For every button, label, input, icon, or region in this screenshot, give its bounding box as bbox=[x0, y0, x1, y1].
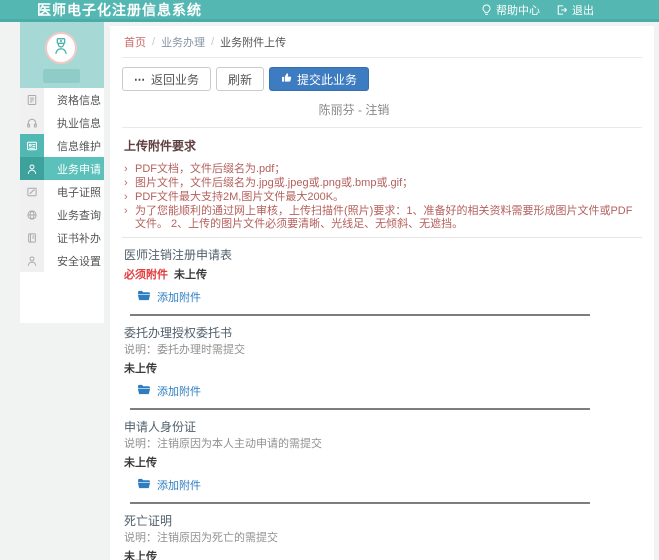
folder-icon bbox=[137, 384, 151, 398]
thumbs-up-icon bbox=[281, 72, 292, 86]
sidebar-item-practice-info[interactable]: 执业信息 bbox=[20, 111, 104, 134]
notebook-icon bbox=[20, 226, 44, 249]
sidebar-item-business-application[interactable]: 业务申请 bbox=[20, 157, 104, 180]
sidebar: 资格信息 执业信息 信息维护 业务申请 电子证照 bbox=[20, 22, 104, 323]
doctor-avatar-icon bbox=[50, 35, 72, 62]
upload-status: 未上传 bbox=[124, 548, 157, 560]
submit-business-button[interactable]: 提交此业务 bbox=[269, 67, 369, 91]
globe-icon bbox=[20, 203, 44, 226]
avatar-panel bbox=[20, 22, 104, 88]
attachment-section-deregistration-form: 医师注销注册申请表 必须附件 未上传 添加附件 bbox=[122, 238, 642, 316]
add-attachment-button[interactable]: 添加附件 bbox=[137, 477, 642, 493]
required-badge: 必须附件 bbox=[124, 266, 168, 282]
breadcrumb-separator: / bbox=[211, 36, 214, 48]
attachment-title: 死亡证明 bbox=[122, 512, 642, 529]
attachment-title: 委托办理授权委托书 bbox=[122, 324, 642, 341]
logout-icon bbox=[556, 4, 568, 16]
sidebar-item-label: 业务查询 bbox=[44, 203, 104, 226]
add-attachment-button[interactable]: 添加附件 bbox=[137, 289, 642, 305]
attachment-title: 医师注销注册申请表 bbox=[122, 246, 642, 263]
requirement-item: › 为了您能顺利的通过网上审核，上传扫描件(照片)要求：1、准备好的相关资料需要… bbox=[124, 205, 642, 231]
upload-requirements-title: 上传附件要求 bbox=[122, 137, 642, 154]
upload-status: 未上传 bbox=[124, 454, 157, 470]
toolbar: ⋯ 返回业务 刷新 提交此业务 bbox=[122, 67, 642, 91]
sidebar-item-label: 资格信息 bbox=[44, 88, 104, 111]
add-attachment-label: 添加附件 bbox=[157, 289, 201, 305]
sidebar-item-security-settings[interactable]: 安全设置 bbox=[20, 249, 104, 272]
requirement-item: › 图片文件，文件后缀名为.jpg或.jpeg或.png或.bmp或.gif； bbox=[124, 177, 642, 190]
document-icon bbox=[20, 88, 44, 111]
breadcrumb-separator: / bbox=[152, 36, 155, 48]
avatar-name-placeholder bbox=[43, 69, 80, 83]
add-attachment-label: 添加附件 bbox=[157, 477, 201, 493]
sidebar-item-qualification-info[interactable]: 资格信息 bbox=[20, 88, 104, 111]
upload-requirements-list: › PDF文档，文件后缀名为.pdf； › 图片文件，文件后缀名为.jpg或.j… bbox=[122, 163, 642, 231]
chevron-bullet-icon: › bbox=[124, 163, 135, 176]
requirement-item: › PDF文件最大支持2M,图片文件最大200K。 bbox=[124, 191, 642, 204]
breadcrumb-business-handling[interactable]: 业务办理 bbox=[161, 34, 205, 50]
help-center-link[interactable]: 帮助中心 bbox=[481, 2, 540, 18]
main-panel: 首页 / 业务办理 / 业务附件上传 ⋯ 返回业务 刷新 提交此业务 陈丽芬 -… bbox=[110, 26, 654, 560]
ellipsis-icon: ⋯ bbox=[134, 73, 146, 86]
certificate-edit-icon bbox=[20, 180, 44, 203]
sidebar-item-business-query[interactable]: 业务查询 bbox=[20, 203, 104, 226]
requirement-item: › PDF文档，文件后缀名为.pdf； bbox=[124, 163, 642, 176]
attachment-note: 说明：注销原因为本人主动申请的需提交 bbox=[122, 438, 642, 451]
lightbulb-icon bbox=[481, 4, 492, 16]
id-card-icon bbox=[20, 134, 44, 157]
refresh-button-label: 刷新 bbox=[228, 71, 252, 88]
sidebar-item-label: 安全设置 bbox=[44, 249, 104, 272]
sidebar-item-label: 电子证照 bbox=[44, 180, 104, 203]
user-icon bbox=[20, 157, 44, 180]
upload-status: 未上传 bbox=[174, 266, 207, 282]
logout-label: 退出 bbox=[572, 2, 594, 18]
chevron-bullet-icon: › bbox=[124, 191, 135, 204]
attachment-section-death-certificate: 死亡证明 说明：注销原因为死亡的需提交 未上传 添加附件 bbox=[122, 504, 642, 560]
sidebar-item-info-maintenance[interactable]: 信息维护 bbox=[20, 134, 104, 157]
sidebar-item-label: 证书补办 bbox=[44, 226, 104, 249]
sidebar-item-electronic-certificate[interactable]: 电子证照 bbox=[20, 180, 104, 203]
folder-icon bbox=[137, 478, 151, 492]
attachment-note: 说明：注销原因为死亡的需提交 bbox=[122, 532, 642, 545]
attachment-note: 说明：委托办理时需提交 bbox=[122, 344, 642, 357]
breadcrumb-current: 业务附件上传 bbox=[220, 34, 286, 50]
avatar[interactable] bbox=[45, 32, 77, 64]
back-button-label: 返回业务 bbox=[151, 71, 199, 88]
app-title: 医师电子化注册信息系统 bbox=[37, 0, 202, 20]
logout-link[interactable]: 退出 bbox=[556, 2, 594, 18]
sidebar-item-certificate-reissue[interactable]: 证书补办 bbox=[20, 226, 104, 249]
app-header: 医师电子化注册信息系统 帮助中心 退出 bbox=[0, 0, 659, 22]
refresh-button[interactable]: 刷新 bbox=[216, 67, 264, 91]
attachment-title: 申请人身份证 bbox=[122, 418, 642, 435]
help-center-label: 帮助中心 bbox=[496, 2, 540, 18]
add-attachment-button[interactable]: 添加附件 bbox=[137, 383, 642, 399]
attachment-section-authorization-letter: 委托办理授权委托书 说明：委托办理时需提交 未上传 添加附件 bbox=[122, 316, 642, 410]
breadcrumb: 首页 / 业务办理 / 业务附件上传 bbox=[122, 26, 642, 58]
chevron-bullet-icon: › bbox=[124, 177, 135, 190]
sidebar-item-label: 执业信息 bbox=[44, 111, 104, 134]
back-to-business-button[interactable]: ⋯ 返回业务 bbox=[122, 67, 211, 91]
sidebar-item-label: 信息维护 bbox=[44, 134, 104, 157]
submit-button-label: 提交此业务 bbox=[297, 71, 357, 88]
sidebar-item-label: 业务申请 bbox=[44, 157, 104, 180]
folder-icon bbox=[137, 290, 151, 304]
chevron-bullet-icon: › bbox=[124, 205, 135, 231]
breadcrumb-home[interactable]: 首页 bbox=[124, 34, 146, 50]
add-attachment-label: 添加附件 bbox=[157, 383, 201, 399]
applicant-business-label: 陈丽芬 - 注销 bbox=[122, 91, 642, 128]
sidebar-menu: 资格信息 执业信息 信息维护 业务申请 电子证照 bbox=[20, 88, 104, 272]
headset-icon bbox=[20, 111, 44, 134]
attachment-section-applicant-id-card: 申请人身份证 说明：注销原因为本人主动申请的需提交 未上传 添加附件 bbox=[122, 410, 642, 504]
upload-status: 未上传 bbox=[124, 360, 157, 376]
user-settings-icon bbox=[20, 249, 44, 272]
